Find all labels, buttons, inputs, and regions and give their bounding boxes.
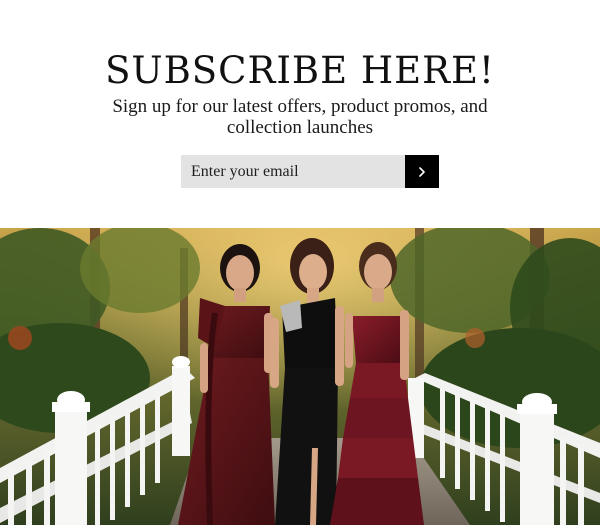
- newsletter-section: SUBSCRIBE HERE! Sign up for our latest o…: [0, 0, 600, 228]
- subscribe-subtitle: Sign up for our latest offers, product p…: [112, 96, 488, 138]
- email-field[interactable]: [181, 155, 405, 188]
- page: SUBSCRIBE HERE! Sign up for our latest o…: [0, 0, 600, 525]
- signup-form: [181, 155, 439, 188]
- chevron-right-icon: [419, 166, 425, 177]
- models-on-bridge-image: [0, 228, 600, 525]
- submit-button[interactable]: [405, 155, 439, 188]
- hero-image: [0, 228, 600, 525]
- page-title: SUBSCRIBE HERE!: [105, 49, 495, 92]
